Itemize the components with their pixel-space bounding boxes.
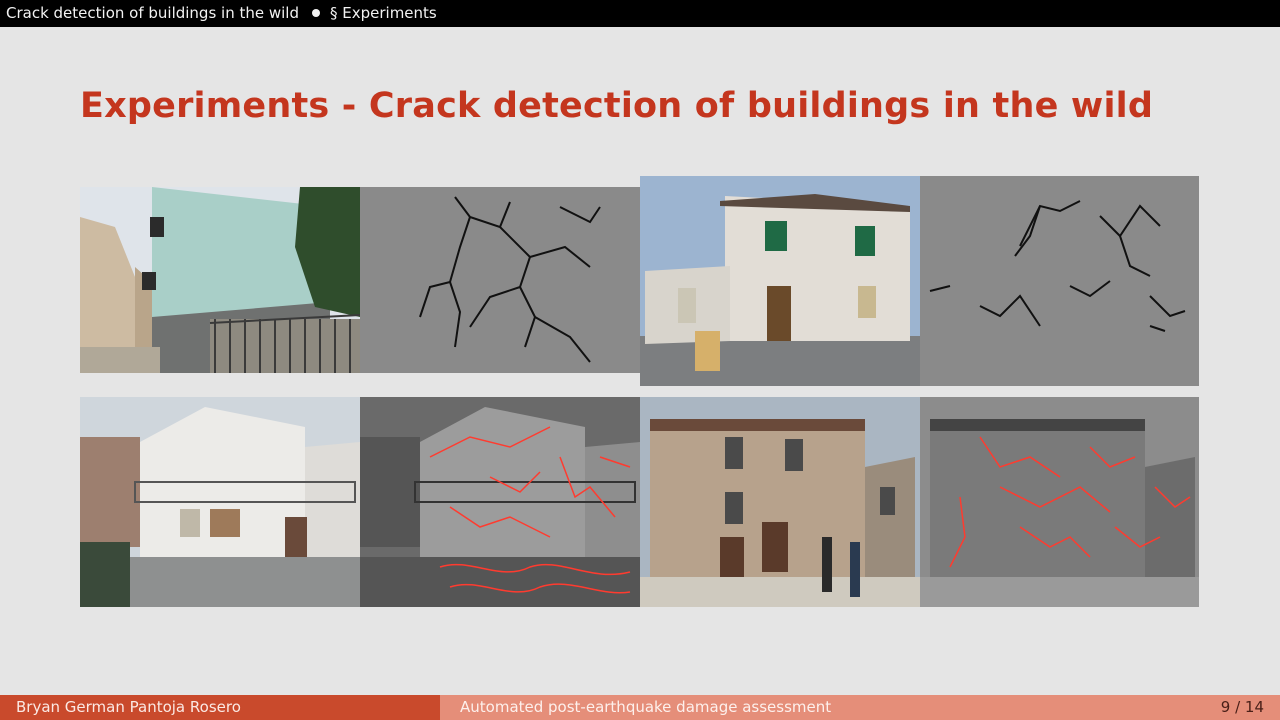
footer-author: Bryan German Pantoja Rosero (0, 695, 440, 720)
crack-map-2 (920, 176, 1199, 386)
crack-overlay-1 (360, 397, 640, 607)
slide-title: Experiments - Crack detection of buildin… (80, 86, 1154, 126)
section-label: § Experiments (329, 4, 437, 22)
crack-overlay-2 (920, 397, 1199, 607)
building-photo-4 (640, 397, 920, 607)
header-bar: Crack detection of buildings in the wild… (0, 0, 1280, 27)
building-photo-2 (640, 176, 920, 386)
presentation-title: Crack detection of buildings in the wild (6, 4, 299, 22)
footer-talk-title: Automated post-earthquake damage assessm… (440, 695, 1200, 720)
footer-page-number: 9 / 14 (1200, 695, 1280, 720)
crack-map-1 (360, 187, 640, 373)
building-photo-1 (80, 187, 360, 373)
footer-bar: Bryan German Pantoja Rosero Automated po… (0, 695, 1280, 720)
building-photo-3 (80, 397, 360, 607)
bullet-icon (311, 8, 320, 17)
